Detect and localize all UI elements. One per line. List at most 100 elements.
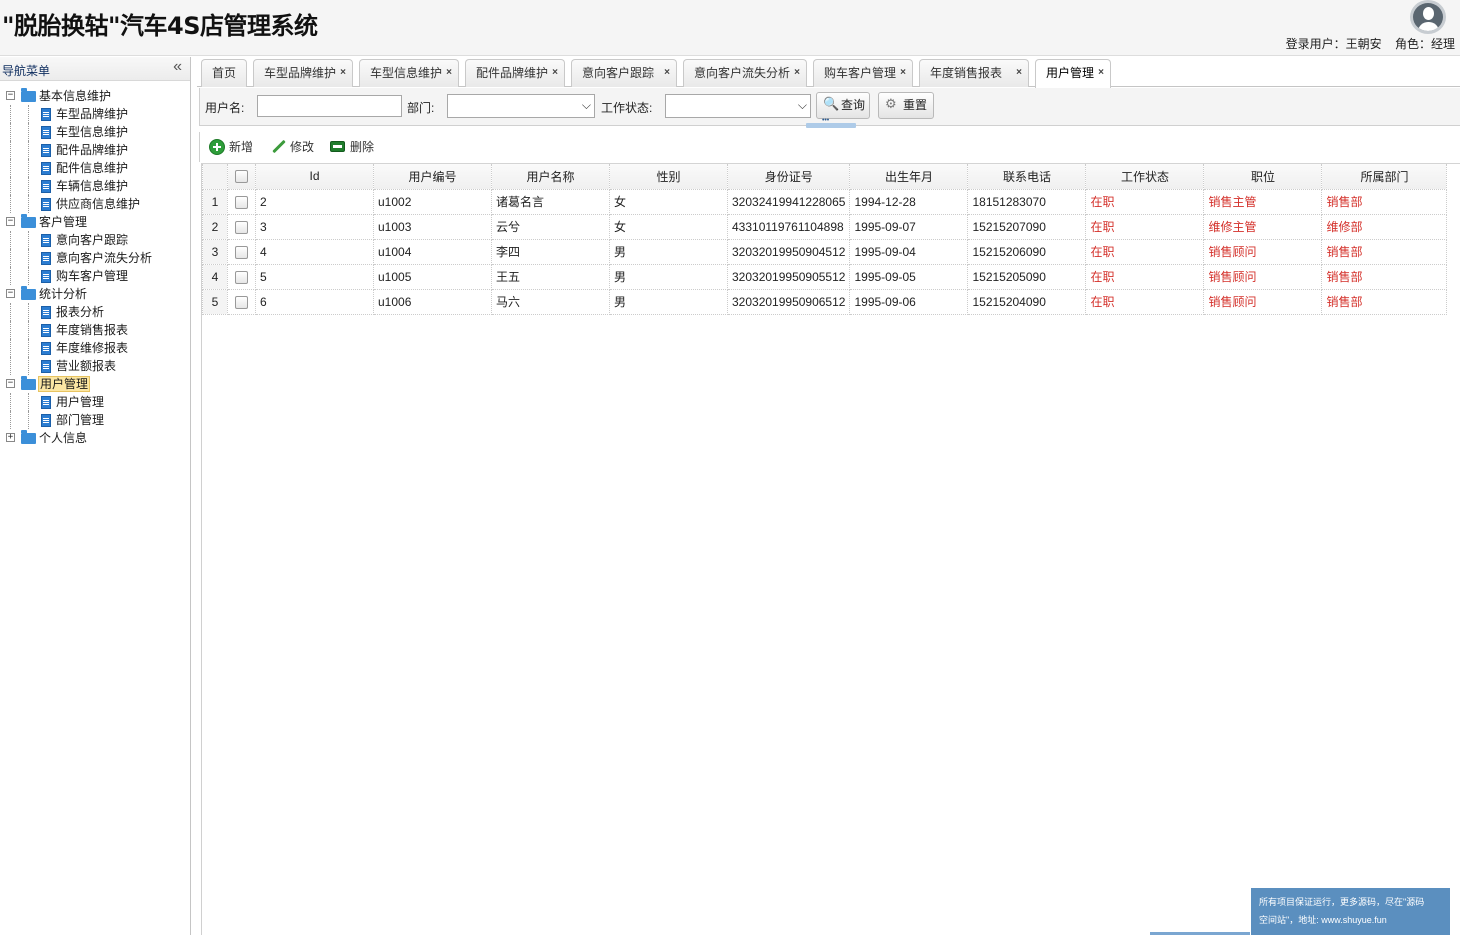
sidebar-item[interactable]: 车辆信息维护: [0, 177, 190, 195]
row-checkbox[interactable]: [235, 295, 248, 309]
tab-label: 车型信息维护: [370, 66, 443, 80]
sidebar-item[interactable]: 报表分析: [0, 303, 190, 321]
column-header[interactable]: Id: [255, 164, 374, 190]
close-tab-icon[interactable]: ×: [1016, 60, 1022, 86]
collapse-node-icon[interactable]: −: [6, 91, 15, 100]
add-button[interactable]: 新增: [209, 138, 253, 156]
tab[interactable]: 用户管理 ×: [1035, 59, 1111, 88]
tab[interactable]: 意向客户流失分析 ×: [683, 59, 807, 87]
sidebar-item[interactable]: 部门管理: [0, 411, 190, 429]
row-checkbox[interactable]: [235, 270, 248, 284]
column-header[interactable]: 职位: [1203, 164, 1323, 190]
row-checkbox[interactable]: [235, 245, 248, 259]
table-cell: 销售部: [1321, 188, 1448, 215]
sidebar-item[interactable]: 配件信息维护: [0, 159, 190, 177]
close-tab-icon[interactable]: ×: [340, 60, 346, 86]
table-cell: u1006: [373, 288, 492, 315]
close-tab-icon[interactable]: ×: [900, 60, 906, 86]
sidebar-item[interactable]: 配件品牌维护: [0, 141, 190, 159]
tab[interactable]: 车型信息维护 ×: [359, 59, 459, 87]
tab[interactable]: 配件品牌维护 ×: [465, 59, 565, 87]
dept-select[interactable]: ⌵: [447, 94, 595, 118]
tab-label: 首页: [212, 66, 237, 80]
reset-button[interactable]: ⚙ 重置: [878, 92, 934, 119]
table-row[interactable]: 1 2 u1002 诸葛名言女 32032419941228065 1994-12-28 1…: [202, 188, 1448, 215]
chevron-down-icon: ⌵: [797, 98, 807, 112]
close-tab-icon[interactable]: ×: [1098, 60, 1104, 86]
select-all-cell: [227, 164, 256, 190]
table-row[interactable]: 2 3 u1003 云兮女 43310119761104898 1995-09-07 152…: [202, 213, 1448, 240]
sidebar-item[interactable]: 供应商信息维护: [0, 195, 190, 213]
table-row[interactable]: 5 6 u1006 马六男 32032019950906512 1995-09-06 152…: [202, 288, 1448, 315]
table-cell: 15215206090: [967, 238, 1087, 265]
row-checkbox[interactable]: [235, 195, 248, 209]
tab[interactable]: 意向客户跟踪 ×: [571, 59, 677, 87]
column-header[interactable]: 用户编号: [373, 164, 492, 190]
table-cell: 32032019950904512: [726, 238, 851, 265]
expand-node-icon[interactable]: +: [6, 433, 15, 442]
sidebar-item-label: 购车客户管理: [56, 269, 129, 283]
sidebar-title: 导航菜单: [2, 64, 51, 78]
table-cell: 销售主管: [1203, 188, 1323, 215]
avatar-icon[interactable]: [1410, 0, 1446, 34]
collapse-node-icon[interactable]: −: [6, 217, 15, 226]
sidebar-group[interactable]: − 统计分析: [0, 285, 190, 303]
sidebar-item[interactable]: 营业额报表: [0, 357, 190, 375]
username-input[interactable]: [257, 95, 402, 117]
tab-label: 配件品牌维护: [476, 66, 549, 80]
sidebar-item[interactable]: 年度维修报表: [0, 339, 190, 357]
status-select[interactable]: ⌵: [665, 94, 811, 118]
table-cell: 销售顾问: [1203, 288, 1323, 315]
sidebar-group[interactable]: − 基本信息维护: [0, 87, 190, 105]
tab[interactable]: 购车客户管理 ×: [813, 59, 913, 87]
sidebar-item-label: 意向客户跟踪: [56, 233, 129, 247]
table-row[interactable]: 3 4 u1004 李四男 32032019950904512 1995-09-04 152…: [202, 238, 1448, 265]
collapse-node-icon[interactable]: −: [6, 379, 15, 388]
edit-button[interactable]: 修改: [270, 138, 314, 156]
table-cell: 维修主管: [1203, 213, 1323, 240]
close-tab-icon[interactable]: ×: [446, 60, 452, 86]
sidebar-group[interactable]: − 用户管理: [0, 375, 190, 393]
tab[interactable]: 首页: [201, 59, 247, 87]
close-tab-icon[interactable]: ×: [664, 60, 670, 86]
tab[interactable]: 车型品牌维护 ×: [253, 59, 353, 87]
panel-splitter-handle[interactable]: [806, 117, 856, 128]
sidebar-item[interactable]: 购车客户管理: [0, 267, 190, 285]
table-cell: 1995-09-05: [849, 263, 969, 290]
table-cell: 32032419941228065: [726, 188, 851, 215]
sidebar-item[interactable]: 意向客户跟踪: [0, 231, 190, 249]
column-header[interactable]: 用户名称: [491, 164, 610, 190]
tab[interactable]: 年度销售报表 ×: [919, 59, 1029, 87]
sidebar-item[interactable]: 意向客户流失分析: [0, 249, 190, 267]
column-header[interactable]: 性别: [609, 164, 728, 190]
table-header-row: Id 用户编号 用户名称 性别 身份证号 出生年月 联系电话 工作状态 职位 所属部门: [202, 164, 1448, 190]
column-header[interactable]: 出生年月: [849, 164, 969, 190]
sidebar-header: 导航菜单 «: [0, 57, 190, 81]
delete-button[interactable]: 删除: [330, 138, 374, 156]
sidebar-group[interactable]: − 客户管理: [0, 213, 190, 231]
sidebar-item-label: 车辆信息维护: [56, 179, 129, 193]
close-tab-icon[interactable]: ×: [552, 60, 558, 86]
row-number: 3: [202, 238, 228, 265]
table-cell: 王五: [491, 263, 610, 290]
table-cell: 1995-09-07: [849, 213, 969, 240]
table-row[interactable]: 4 5 u1005 王五男 32032019950905512 1995-09-05 152…: [202, 263, 1448, 290]
collapse-sidebar-icon[interactable]: «: [173, 58, 182, 76]
sidebar-group[interactable]: + 个人信息: [0, 429, 190, 447]
close-tab-icon[interactable]: ×: [794, 60, 800, 86]
column-header[interactable]: 工作状态: [1085, 164, 1205, 190]
sidebar-item[interactable]: 年度销售报表: [0, 321, 190, 339]
collapse-node-icon[interactable]: −: [6, 289, 15, 298]
sidebar-item[interactable]: 车型信息维护: [0, 123, 190, 141]
row-checkbox[interactable]: [235, 220, 248, 234]
sidebar-item[interactable]: 车型品牌维护: [0, 105, 190, 123]
select-all-checkbox[interactable]: [235, 170, 248, 184]
query-button[interactable]: 🔍 查询: [816, 92, 870, 119]
sidebar-item[interactable]: 用户管理: [0, 393, 190, 411]
column-header[interactable]: 身份证号: [726, 164, 851, 190]
table-cell: 15215207090: [967, 213, 1087, 240]
folder-icon: [21, 430, 36, 444]
column-header[interactable]: 所属部门: [1321, 164, 1448, 190]
sidebar-item-label: 报表分析: [56, 305, 105, 319]
column-header[interactable]: 联系电话: [967, 164, 1087, 190]
